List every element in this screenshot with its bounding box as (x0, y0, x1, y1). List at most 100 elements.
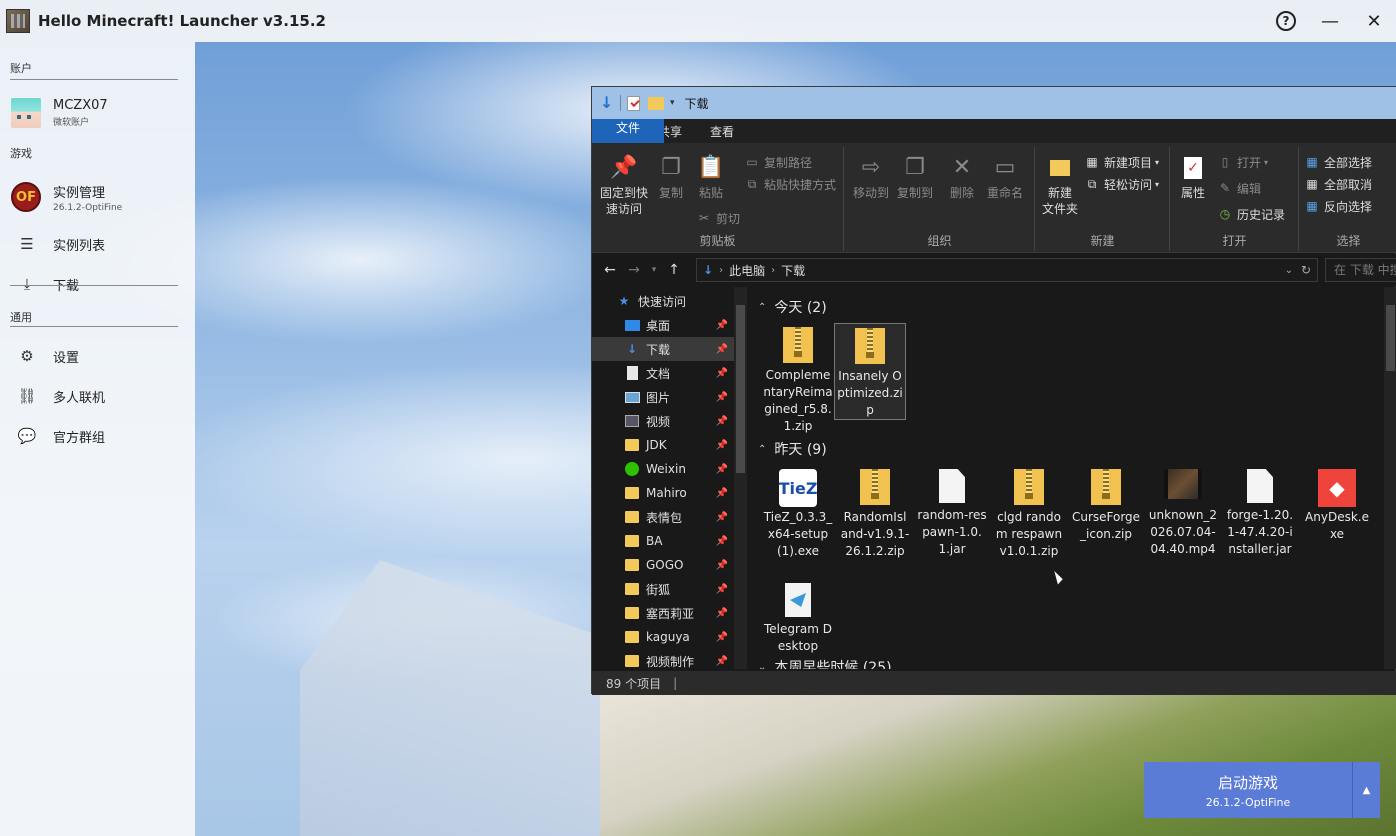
account-item[interactable]: MCZX07 微软账户 (0, 93, 195, 133)
copy-to-button[interactable]: ❐ 复制到 (895, 153, 935, 201)
recent-locations-button[interactable]: ▾ (646, 258, 662, 282)
tab-file[interactable]: 文件 (592, 119, 664, 143)
invert-selection-button[interactable]: ▦ 反向选择 (1304, 195, 1372, 217)
refresh-icon[interactable]: ↻ (1301, 263, 1311, 277)
select-none-icon: ▦ (1306, 177, 1318, 191)
tab-view[interactable]: 查看 (696, 119, 748, 143)
file-item[interactable]: RandomIsland-v1.9.1-26.1.2.zip (839, 465, 911, 560)
delete-button[interactable]: ✕ 删除 (945, 153, 979, 201)
nav-item[interactable]: Mahiro 📌 (592, 481, 734, 505)
file-name: ComplementaryReimagined_r5.8.1.zip (763, 368, 833, 433)
item-count: 89 个项目 (606, 676, 662, 691)
select-all-button[interactable]: ▦ 全部选择 (1304, 151, 1372, 173)
close-button[interactable]: ✕ (1352, 0, 1396, 42)
edit-label: 编辑 (1237, 181, 1262, 196)
launch-options-button[interactable]: ▲ (1352, 762, 1380, 818)
nav-item[interactable]: Weixin 📌 (592, 457, 734, 481)
easy-access-button[interactable]: ⧉ 轻松访问 ▾ (1084, 173, 1159, 195)
cut-button[interactable]: ✂ 剪切 (696, 207, 740, 229)
help-button[interactable]: ? (1264, 0, 1308, 42)
group-earlier-week[interactable]: ⌄ 本周早些时候 (25) (758, 657, 892, 669)
breadcrumb-this-pc[interactable]: 此电脑 (729, 262, 765, 279)
instance-list-item[interactable]: ☰ 实例列表 (0, 230, 195, 258)
properties-button[interactable]: ✓ 属性 (1175, 153, 1211, 201)
nav-item[interactable]: 塞西莉亚 📌 (592, 601, 734, 625)
folder-icon (624, 510, 640, 524)
file-item[interactable]: CurseForge_icon.zip (1070, 465, 1142, 543)
edit-button[interactable]: ✎ 编辑 (1217, 177, 1261, 199)
nav-scrollbar-thumb[interactable] (736, 305, 745, 473)
address-box[interactable]: ↓ › 此电脑 › 下载 ⌄ ↻ (696, 258, 1318, 282)
minimize-button[interactable]: — (1308, 0, 1352, 42)
nav-item[interactable]: ↓ 下载 📌 (592, 337, 734, 361)
group-yesterday[interactable]: ⌃ 昨天 (9) (758, 439, 827, 459)
download-item[interactable]: ⤓ 下载 (0, 270, 195, 298)
history-button[interactable]: ◷ 历史记录 (1217, 203, 1285, 225)
collapse-caret-icon: ⌃ (758, 443, 767, 455)
multiplayer-item[interactable]: ⛓ 多人联机 (0, 382, 195, 410)
rename-button[interactable]: ▭ 重命名 (983, 153, 1027, 201)
collapse-caret-icon: ⌃ (758, 301, 767, 313)
back-button[interactable]: ← (598, 258, 622, 282)
file-item[interactable]: TieZ TieZ_0.3.3_x64-setup (1).exe (762, 465, 834, 560)
new-folder-button[interactable]: 新建 文件夹 (1040, 153, 1080, 217)
file-item[interactable]: clgd random respawn v1.0.1.zip (993, 465, 1065, 560)
new-folder-qa-icon[interactable] (648, 96, 664, 110)
nav-item[interactable]: 文档 📌 (592, 361, 734, 385)
quick-access-toolbar: ↓ ▾ (600, 94, 681, 112)
file-name: forge-1.20.1-47.4.20-installer.jar (1226, 508, 1294, 556)
file-item[interactable]: ComplementaryReimagined_r5.8.1.zip (762, 323, 834, 435)
document-file-icon (939, 469, 965, 503)
properties-qa-icon[interactable] (627, 95, 640, 111)
search-input[interactable]: 在 下载 中搜 (1325, 258, 1396, 282)
nav-item[interactable]: BA 📌 (592, 529, 734, 553)
instance-manage-item[interactable]: OF 实例管理 26.1.2-OptiFine (0, 177, 195, 217)
copy-path-button[interactable]: ▭ 复制路径 (744, 151, 812, 173)
move-to-button[interactable]: ⇨ 移动到 (851, 153, 891, 201)
paste-button[interactable]: 📋 粘贴 (694, 153, 728, 201)
up-button[interactable]: ↑ (662, 258, 686, 282)
file-item[interactable]: forge-1.20.1-47.4.20-installer.jar (1224, 465, 1296, 558)
select-none-button[interactable]: ▦ 全部取消 (1304, 173, 1372, 195)
file-item[interactable]: random-respawn-1.0.1.jar (916, 465, 988, 558)
folder-icon (624, 654, 640, 668)
nav-item[interactable]: 桌面 📌 (592, 313, 734, 337)
group-today-label: 今天 (2) (774, 300, 827, 316)
pictures-icon (624, 390, 640, 404)
file-item[interactable]: Insanely Optimized.zip (834, 323, 906, 420)
nav-item[interactable]: kaguya 📌 (592, 625, 734, 649)
nav-item[interactable]: 视频 📌 (592, 409, 734, 433)
breadcrumb-downloads[interactable]: 下载 (781, 262, 805, 279)
move-to-icon: ⇨ (861, 155, 881, 180)
content-scrollbar-thumb[interactable] (1386, 305, 1395, 371)
gear-icon: ⚙ (20, 347, 34, 365)
official-group-item[interactable]: 💬 官方群组 (0, 422, 195, 450)
file-item[interactable]: unknown_2026.07.04-04.40.mp4 (1147, 465, 1219, 558)
nav-quick-access[interactable]: ★ 快速访问 (592, 289, 734, 313)
forward-button[interactable]: → (622, 258, 646, 282)
launch-version: 26.1.2-OptiFine (1205, 795, 1291, 809)
paste-shortcut-button[interactable]: ⧉ 粘贴快捷方式 (744, 173, 836, 195)
nav-item[interactable]: 视频制作 📌 (592, 649, 734, 669)
new-item-button[interactable]: ▦ 新建项目 ▾ (1084, 151, 1159, 173)
list-icon: ☰ (20, 235, 34, 253)
nav-item[interactable]: JDK 📌 (592, 433, 734, 457)
open-button[interactable]: ▯ 打开 ▾ (1217, 151, 1268, 173)
launch-game-button[interactable]: 启动游戏 26.1.2-OptiFine (1144, 762, 1352, 818)
copy-button[interactable]: ❐ 复制 (654, 153, 688, 201)
settings-item[interactable]: ⚙ 设置 (0, 342, 195, 370)
nav-item[interactable]: 表情包 📌 (592, 505, 734, 529)
file-item[interactable]: ◆ AnyDesk.exe (1301, 465, 1373, 543)
nav-item[interactable]: 街狐 📌 (592, 577, 734, 601)
address-dropdown-icon[interactable]: ⌄ (1285, 265, 1293, 276)
group-today[interactable]: ⌃ 今天 (2) (758, 297, 827, 317)
nav-item[interactable]: GOGO 📌 (592, 553, 734, 577)
customize-qa-icon[interactable]: ▾ (670, 98, 675, 108)
nav-item[interactable]: 图片 📌 (592, 385, 734, 409)
official-group-label: 官方群组 (53, 430, 106, 446)
pin-quick-access-button[interactable]: 📌 固定到快 速访问 (598, 153, 650, 217)
scissors-icon: ✂ (698, 211, 710, 225)
telegram-shortcut-icon (785, 583, 811, 617)
select-all-label: 全部选择 (1324, 155, 1373, 170)
file-item[interactable]: Telegram Desktop (762, 579, 834, 655)
